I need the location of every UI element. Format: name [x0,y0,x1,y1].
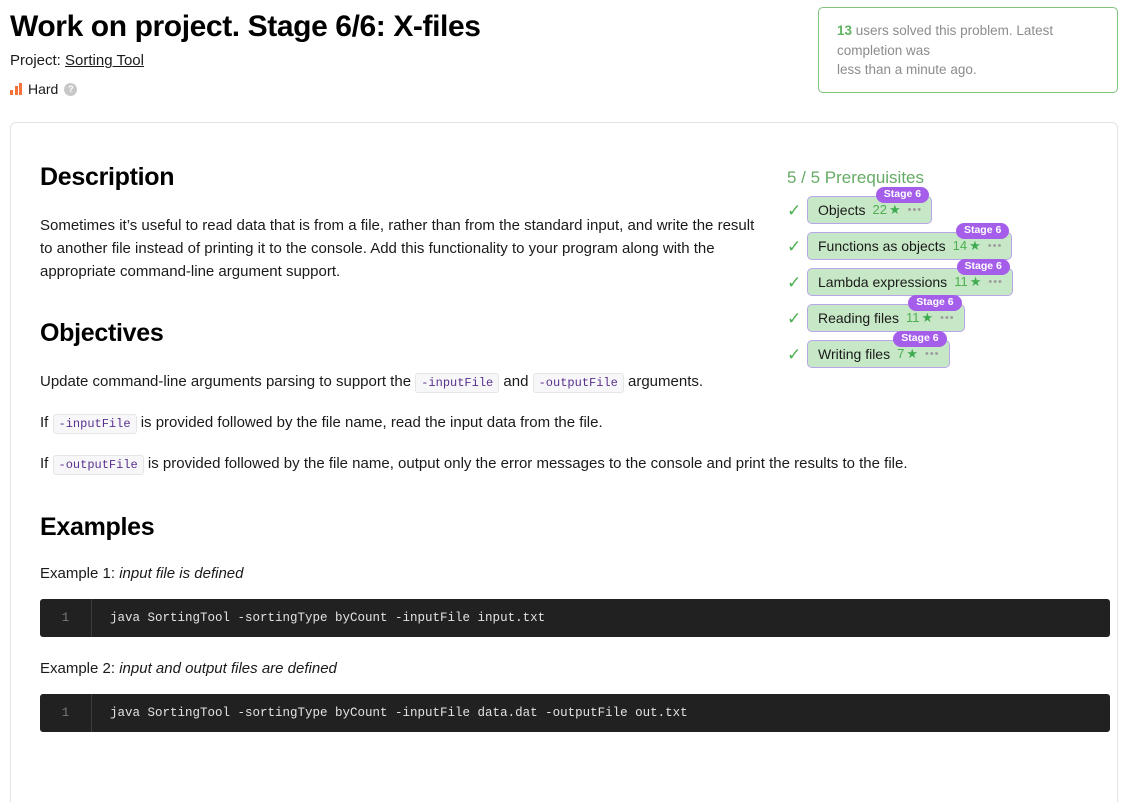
description-paragraph: Sometimes it’s useful to read data that … [40,217,755,280]
solved-text-line1: users solved this problem. Latest comple… [837,23,1054,58]
prerequisite-stars: 14 ★ [953,238,981,254]
problem-card: 5 / 5 Prerequisites ✓ Objects 22 ★ ••• S… [10,122,1118,802]
star-count: 11 [905,310,920,325]
prerequisite-row: ✓ Reading files 11 ★ ••• Stage 6 [787,295,1039,332]
more-options-icon[interactable]: ••• [988,238,1003,254]
prerequisite-label: Objects [818,202,866,218]
check-icon: ✓ [787,308,802,328]
check-icon: ✓ [787,200,802,220]
prerequisite-label: Functions as objects [818,238,946,254]
solved-text-line2: less than a minute ago. [837,62,977,77]
more-options-icon[interactable]: ••• [940,310,955,326]
prerequisite-label: Reading files [818,310,899,326]
example-label-1: Example 1: input file is defined [40,564,1110,584]
stage-badge[interactable]: Stage 6 [908,295,962,311]
star-icon: ★ [888,202,901,217]
more-options-icon[interactable]: ••• [988,274,1003,290]
difficulty-label: Hard [28,81,59,97]
star-count: 11 [954,274,968,289]
star-icon: ★ [969,274,982,289]
star-icon: ★ [969,238,981,253]
line-number: 1 [40,694,92,732]
more-options-icon[interactable]: ••• [908,202,923,218]
bar-chart-icon [10,83,22,95]
objectives-p1-mid: and [499,373,533,390]
prerequisite-row: ✓ Lambda expressions 11 ★ ••• Stage 6 [787,259,1039,296]
check-icon: ✓ [787,344,802,364]
check-icon: ✓ [787,272,802,292]
line-number: 1 [40,599,92,637]
description-heading: Description [40,163,175,191]
problem-content: Description Sometimes it’s useful to rea… [40,123,760,436]
objectives-p3-after: is provided followed by the file name, o… [143,455,908,472]
prerequisite-label: Lambda expressions [818,274,948,290]
project-label: Project: [10,52,61,69]
prerequisite-stars: 11 ★ [954,274,981,290]
stage-badge[interactable]: Stage 6 [955,223,1010,239]
star-count: 22 [872,202,887,217]
prerequisite-row: ✓ Functions as objects 14 ★ ••• Stage 6 [787,223,1039,260]
objectives-p3-before: If [40,455,53,472]
objectives-p2-after: is provided followed by the file name, r… [136,414,603,431]
check-icon: ✓ [787,236,802,256]
stage-badge[interactable]: Stage 6 [893,331,947,347]
stage-badge[interactable]: Stage 6 [956,259,1010,275]
objectives-paragraph-2: If -inputFile is provided followed by th… [40,411,760,436]
example-2-prefix: Example 2: [40,660,120,677]
star-icon: ★ [921,310,934,325]
prerequisite-stars: 11 ★ [906,310,933,326]
more-options-icon[interactable]: ••• [925,346,940,362]
code-block-example-2[interactable]: 1 java SortingTool -sortingType byCount … [40,694,1110,732]
stage-badge[interactable]: Stage 6 [875,187,930,203]
objectives-paragraph-3: If -outputFile is provided followed by t… [40,452,1110,477]
solved-count: 13 [837,23,853,38]
project-link[interactable]: Sorting Tool [65,52,144,69]
star-count: 7 [897,346,905,361]
code-block-example-1[interactable]: 1 java SortingTool -sortingType byCount … [40,599,1110,637]
code-text: java SortingTool -sortingType byCount -i… [110,611,546,625]
prerequisite-label: Writing files [818,346,891,362]
code-outputfile: -outputFile [52,455,144,475]
objectives-p2-before: If [40,414,53,431]
code-inputfile: -inputFile [415,373,500,393]
examples-heading: Examples [40,513,155,541]
example-label-2: Example 2: input and output files are de… [40,659,1110,679]
objectives-p1-before: Update command-line arguments parsing to… [40,373,416,390]
help-icon[interactable]: ? [64,82,78,96]
objectives-wide-area: If -outputFile is provided followed by t… [40,452,1110,732]
prerequisite-row: ✓ Writing files 7 ★ ••• Stage 6 [787,331,1039,368]
prerequisites-title: 5 / 5 Prerequisites [787,168,925,187]
objectives-p1-after: arguments. [623,373,704,390]
code-inputfile: -inputFile [52,414,137,434]
objectives-heading: Objectives [40,319,164,347]
prerequisite-row: ✓ Objects 22 ★ ••• Stage 6 [787,187,1039,224]
code-text: java SortingTool -sortingType byCount -i… [110,706,688,720]
page-header: Work on project. Stage 6/6: X-files Proj… [0,0,1128,97]
star-icon: ★ [906,346,918,361]
example-1-prefix: Example 1: [40,565,120,582]
prerequisite-stars: 7 ★ [897,346,918,362]
prerequisite-stars: 22 ★ [872,202,900,218]
example-2-title: input and output files are defined [119,660,337,677]
solved-info-box: 13 users solved this problem. Latest com… [818,7,1118,93]
example-1-title: input file is defined [119,565,244,582]
star-count: 14 [952,238,968,253]
prerequisites-panel: 5 / 5 Prerequisites ✓ Objects 22 ★ ••• S… [787,168,1039,376]
objectives-paragraph-1: Update command-line arguments parsing to… [40,370,760,395]
code-outputfile: -outputFile [532,373,624,393]
